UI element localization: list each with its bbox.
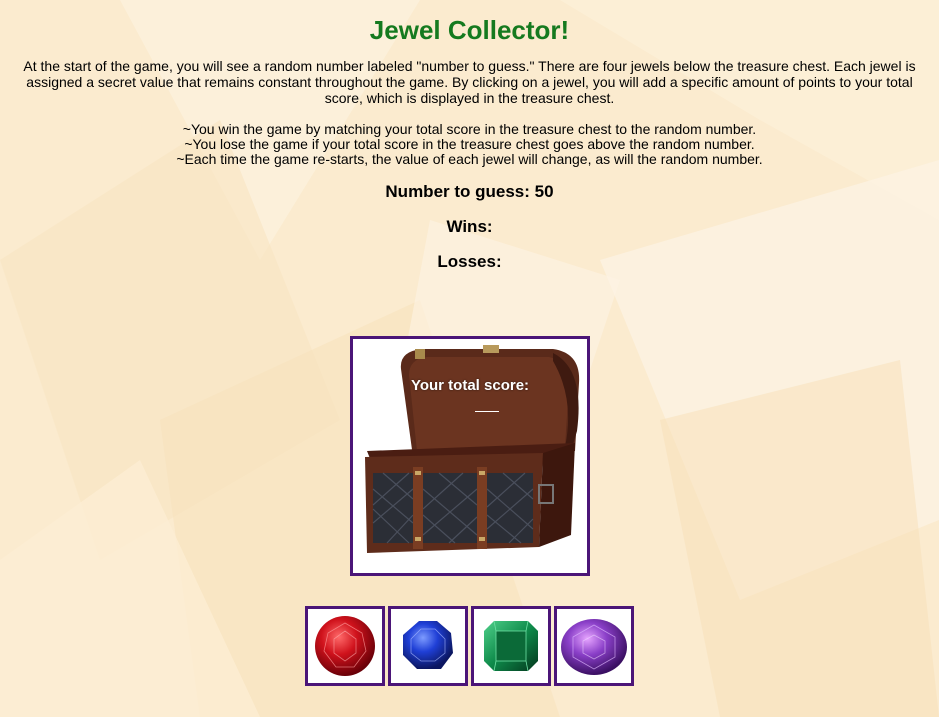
- total-score-value: [475, 399, 499, 412]
- rule-lose: ~You lose the game if your total score i…: [184, 136, 755, 152]
- intro-text: At the start of the game, you will see a…: [23, 58, 916, 106]
- number-to-guess: Number to guess: 50: [0, 182, 939, 202]
- ruby-icon: [315, 616, 375, 676]
- wins-counter: Wins:: [0, 217, 939, 237]
- losses-counter: Losses:: [0, 252, 939, 272]
- rule-win: ~You win the game by matching your total…: [182, 121, 757, 137]
- jewel-row: [305, 606, 637, 686]
- sapphire-icon: [403, 621, 453, 669]
- wins-label: Wins:: [446, 217, 493, 236]
- emerald-icon: [484, 620, 538, 672]
- rules-list: ~You win the game by matching your total…: [0, 122, 939, 167]
- total-score-label: Your total score:: [410, 377, 530, 394]
- treasure-chest: Your total score:: [350, 336, 590, 576]
- amethyst-icon: [561, 619, 627, 675]
- treasure-chest-icon: [365, 345, 580, 553]
- losses-label: Losses:: [437, 252, 502, 271]
- game-title: Jewel Collector!: [369, 15, 570, 45]
- jewel-amethyst-button[interactable]: [554, 606, 634, 686]
- jewel-sapphire-button[interactable]: [388, 606, 468, 686]
- jewel-emerald-button[interactable]: [471, 606, 551, 686]
- number-to-guess-label: Number to guess:: [385, 182, 530, 201]
- rule-restart: ~Each time the game re-starts, the value…: [176, 151, 763, 167]
- main-content: Jewel Collector! At the start of the gam…: [0, 0, 939, 272]
- jewel-ruby-button[interactable]: [305, 606, 385, 686]
- number-to-guess-value: 50: [534, 182, 554, 201]
